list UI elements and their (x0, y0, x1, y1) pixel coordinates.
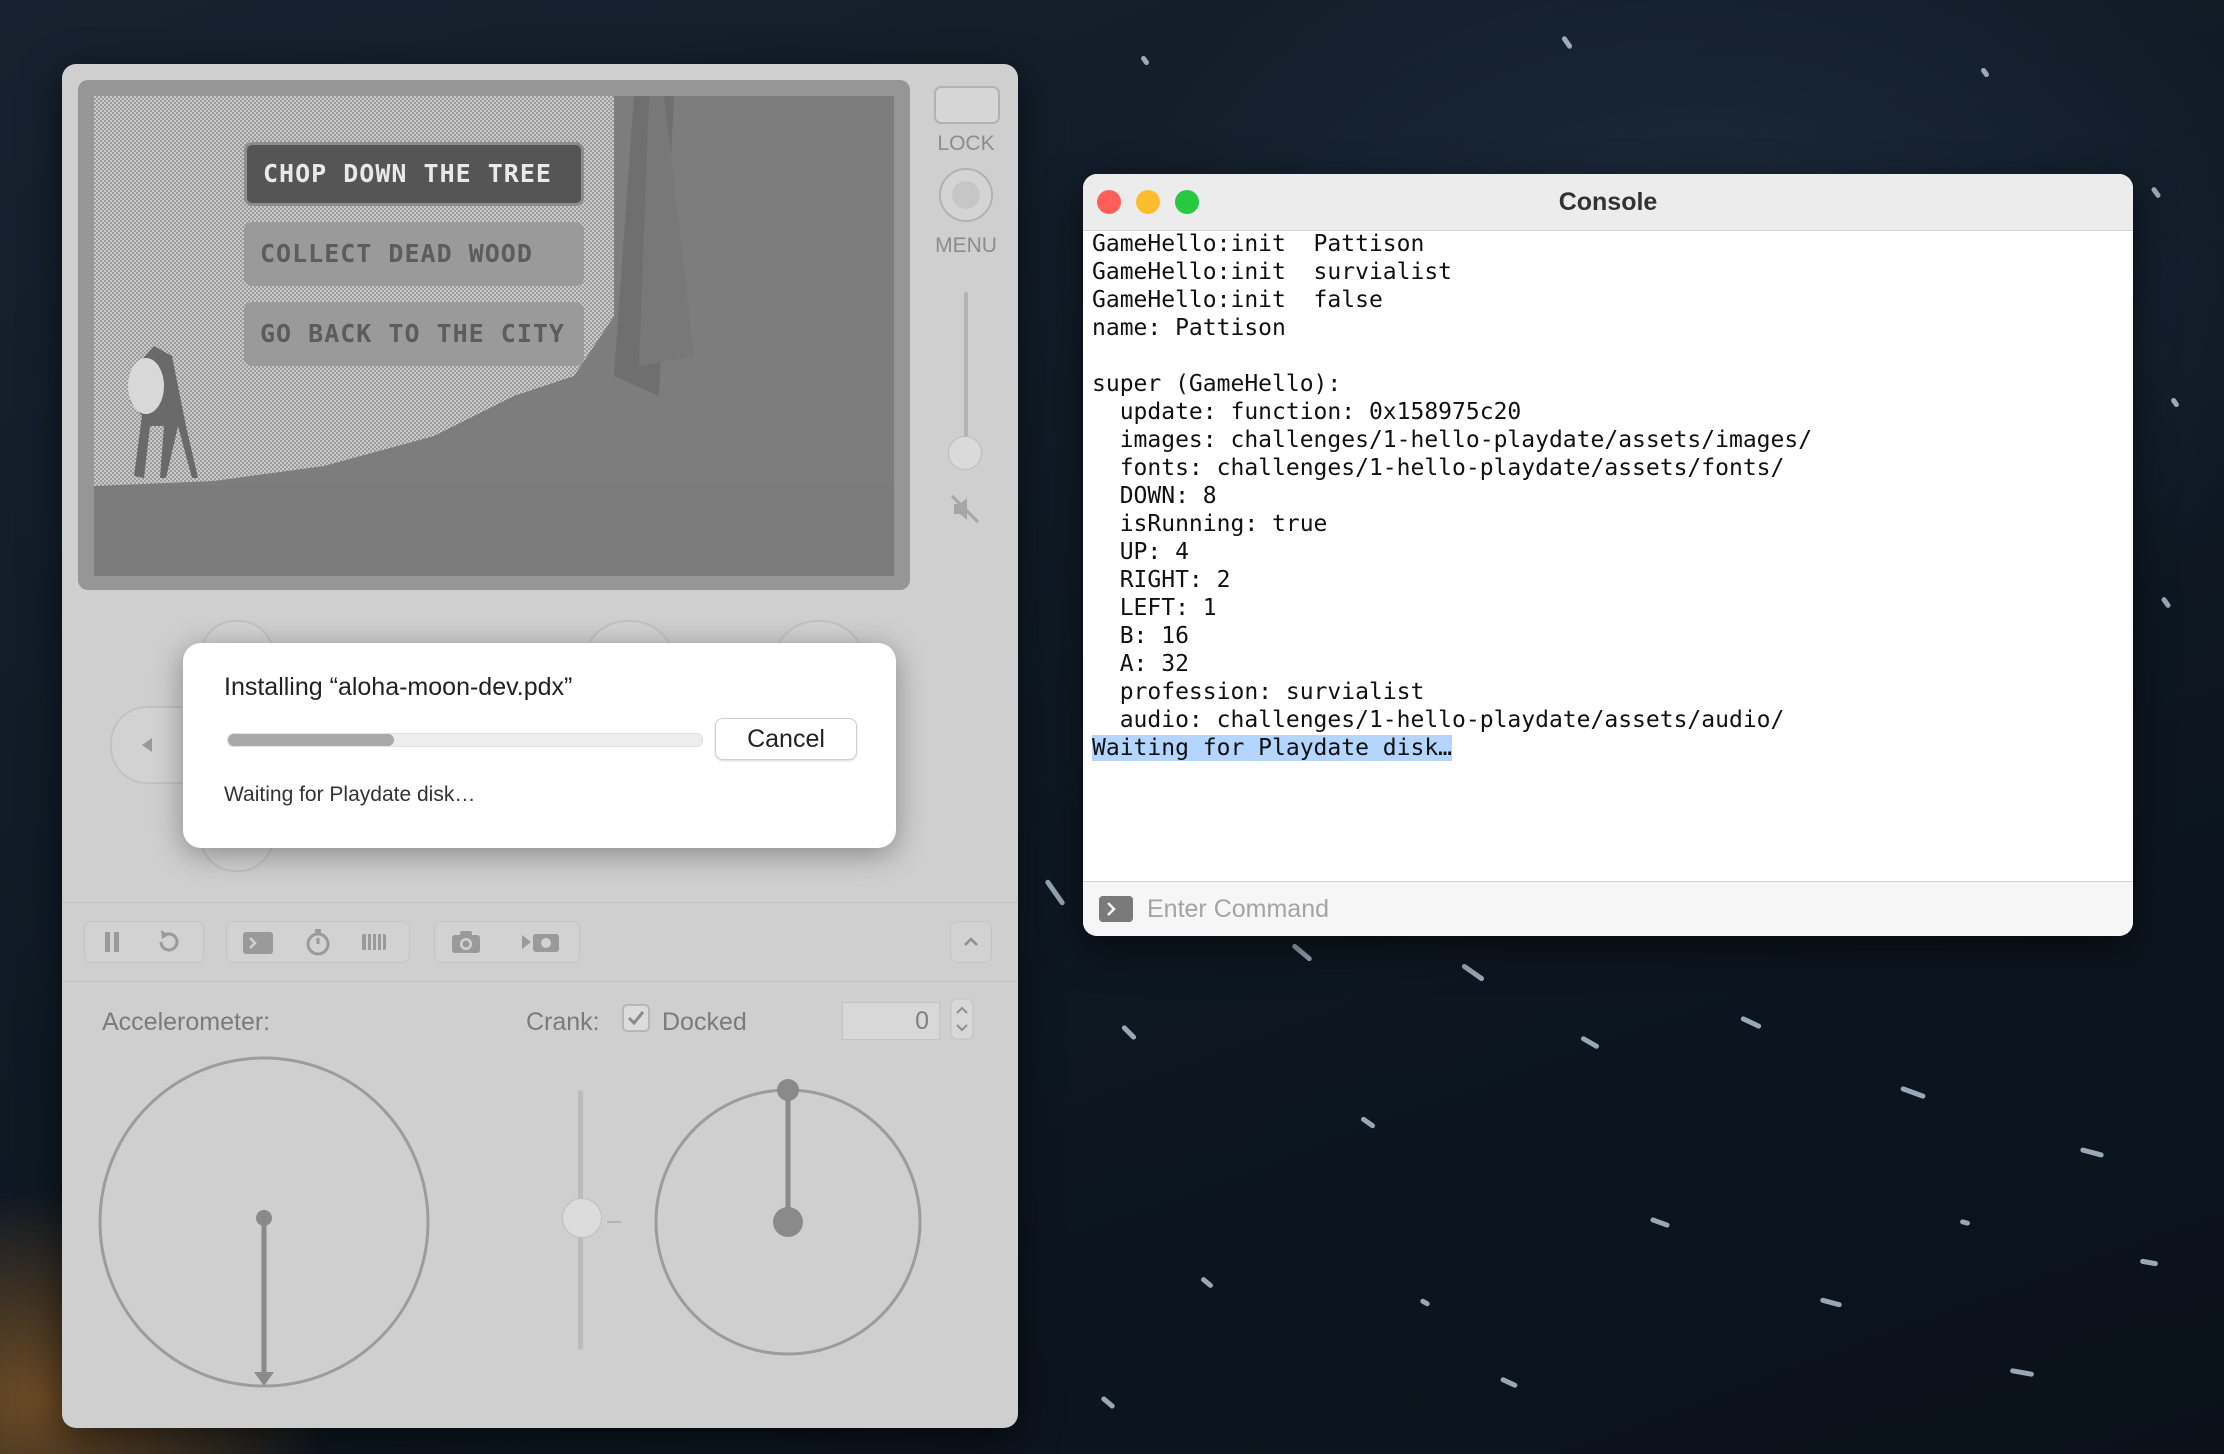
docked-checkbox[interactable] (622, 1004, 650, 1032)
command-input[interactable] (1145, 888, 2109, 930)
console-title: Console (1558, 188, 1658, 216)
menu-option-city[interactable]: GO BACK TO THE CITY (244, 302, 584, 366)
console-log[interactable]: GameHello:init Pattison GameHello:init su… (1092, 230, 2133, 762)
console-line: RIGHT: 2 (1092, 567, 1231, 593)
accelerometer-dial[interactable] (98, 1056, 438, 1396)
crank-speed-knob[interactable] (562, 1198, 602, 1238)
stopwatch-icon[interactable] (301, 926, 335, 958)
console-line: fonts: challenges/1-hello-playdate/asset… (1092, 455, 1785, 481)
terminal-prompt-icon (1099, 896, 1133, 922)
left-arrow-icon (142, 738, 152, 752)
console-line: images: challenges/1-hello-playdate/asse… (1092, 427, 1813, 453)
capture-group (434, 921, 580, 963)
install-progress-bar (227, 733, 703, 747)
checkmark-icon (627, 1011, 645, 1026)
console-line: GameHello:init false (1092, 287, 1383, 313)
crank-label: Crank: (526, 1008, 600, 1036)
console-line: isRunning: true (1092, 511, 1328, 537)
selected-text: Waiting for Playdate disk… (1092, 735, 1453, 761)
pause-icon[interactable] (95, 926, 129, 958)
console-line: UP: 4 (1092, 539, 1189, 565)
menu-option-chop[interactable]: CHOP DOWN THE TREE (244, 142, 584, 206)
mute-icon[interactable] (948, 492, 982, 526)
console-line: profession: survialist (1092, 679, 1425, 705)
dpad-left[interactable] (110, 706, 182, 784)
console-line: audio: challenges/1-hello-playdate/asset… (1092, 707, 1785, 733)
install-title: Installing “aloha-moon-dev.pdx” (224, 673, 573, 701)
cancel-button[interactable]: Cancel (715, 718, 857, 760)
console-titlebar[interactable]: Console (1083, 174, 2133, 231)
crank-speed-tick (607, 1221, 621, 1223)
device-icon[interactable] (357, 926, 391, 958)
accelerometer-label: Accelerometer: (102, 1008, 271, 1036)
console-line-highlighted: Waiting for Playdate disk… (1092, 734, 2133, 762)
menu-label: MENU (935, 234, 997, 257)
console-line: DOWN: 8 (1092, 483, 1217, 509)
camera-icon[interactable] (449, 926, 483, 958)
console-line: GameHello:init survialist (1092, 259, 1453, 285)
console-line: update: function: 0x158975c20 (1092, 399, 1522, 425)
close-button[interactable] (1097, 190, 1121, 214)
simulator-toolbar (62, 902, 1018, 982)
install-progress-fill (228, 734, 394, 746)
command-bar (1083, 881, 2133, 936)
console-line: B: 16 (1092, 623, 1189, 649)
docked-label: Docked (662, 1008, 747, 1036)
expand-button[interactable] (950, 921, 992, 963)
console-line: name: Pattison (1092, 315, 1286, 341)
crank-dial[interactable] (654, 1076, 934, 1356)
menu-button[interactable] (939, 168, 993, 222)
crank-stepper[interactable] (950, 998, 974, 1040)
install-dialog: Installing “aloha-moon-dev.pdx” Cancel W… (183, 643, 896, 848)
screen-bezel: CHOP DOWN THE TREE COLLECT DEAD WOOD GO … (78, 80, 910, 590)
debug-group (226, 921, 410, 963)
lock-label: LOCK (937, 132, 995, 155)
zoom-button[interactable] (1175, 190, 1199, 214)
install-status: Waiting for Playdate disk… (224, 783, 476, 806)
console-line: super (GameHello): (1092, 371, 1342, 397)
record-icon[interactable] (519, 926, 563, 958)
playback-group (84, 921, 204, 963)
side-controls: LOCK MENU (934, 86, 1000, 258)
console-window: Console GameHello:init Pattison GameHello… (1083, 174, 2133, 936)
console-line: LEFT: 1 (1092, 595, 1217, 621)
console-line: GameHello:init Pattison (1092, 231, 1425, 257)
console-icon[interactable] (241, 926, 275, 958)
console-line: A: 32 (1092, 651, 1189, 677)
volume-track (964, 292, 968, 444)
volume-slider-knob[interactable] (948, 436, 982, 470)
game-screen[interactable]: CHOP DOWN THE TREE COLLECT DEAD WOOD GO … (94, 96, 894, 576)
chevron-up-icon (964, 937, 978, 946)
restart-icon[interactable] (151, 926, 185, 958)
minimize-button[interactable] (1136, 190, 1160, 214)
lock-button[interactable] (934, 86, 1000, 124)
crank-angle-field[interactable]: 0 (842, 1002, 940, 1040)
menu-option-collect[interactable]: COLLECT DEAD WOOD (244, 222, 584, 286)
